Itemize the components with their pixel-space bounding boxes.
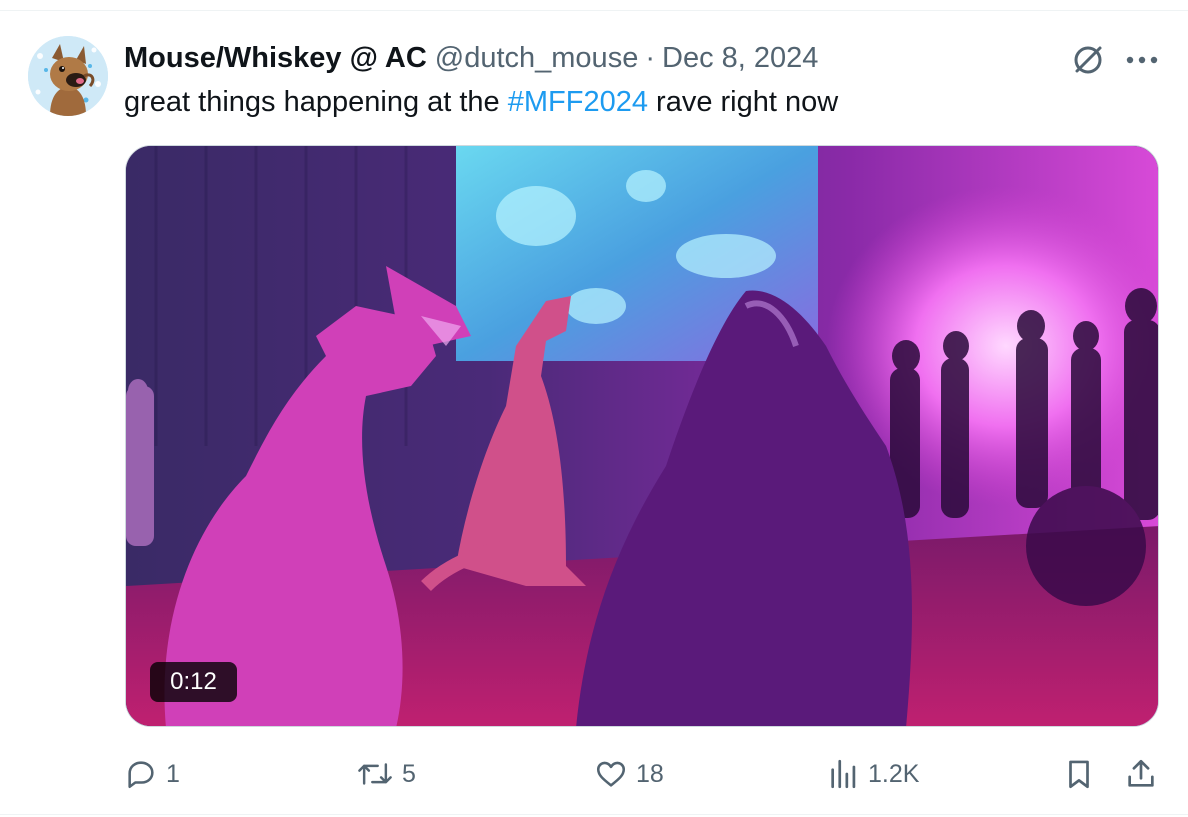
bottom-divider [0,814,1188,815]
tweet-date[interactable]: Dec 8, 2024 [662,38,818,78]
views-count: 1.2K [868,759,920,788]
reply-icon [128,761,154,789]
like-button[interactable]: 18 [594,750,664,798]
user-handle[interactable]: @dutch_mouse [435,38,639,78]
grok-button[interactable] [1066,40,1110,80]
top-divider [0,10,1188,11]
share-icon [1128,759,1154,787]
action-bar: 1 5 18 1.2K [0,750,1188,798]
retweet-button[interactable]: 5 [356,750,416,798]
bookmark-button[interactable] [1062,750,1096,798]
tweet-text: great things happening at the #MFF2024 r… [124,82,838,122]
views-icon [831,759,856,789]
separator-dot: · [645,42,655,74]
tweet-header: Mouse/Whiskey @ AC @dutch_mouse · Dec 8,… [124,38,818,78]
more-options-button[interactable] [1120,40,1164,80]
video-player[interactable] [125,145,1159,727]
reply-button[interactable]: 1 [124,750,180,798]
video-frame [126,146,1158,726]
avatar-illustration [28,36,108,116]
retweet-count: 5 [402,759,416,788]
views-button[interactable]: 1.2K [828,750,919,798]
like-icon [596,761,626,787]
grok-icon [1074,46,1102,74]
share-button[interactable] [1124,750,1158,798]
like-count: 18 [636,759,664,788]
tweet-text-end: rave right now [647,86,839,118]
avatar[interactable] [28,36,108,116]
bookmark-icon [1069,760,1089,789]
video-duration-badge: 0:12 [150,662,237,702]
hashtag-link[interactable]: #MFF2024 [508,86,648,118]
retweet-icon [358,763,392,785]
reply-count: 1 [166,759,180,788]
tweet-text-start: great things happening at the [124,86,508,118]
more-icon [1126,56,1158,64]
display-name[interactable]: Mouse/Whiskey @ AC [124,38,427,78]
